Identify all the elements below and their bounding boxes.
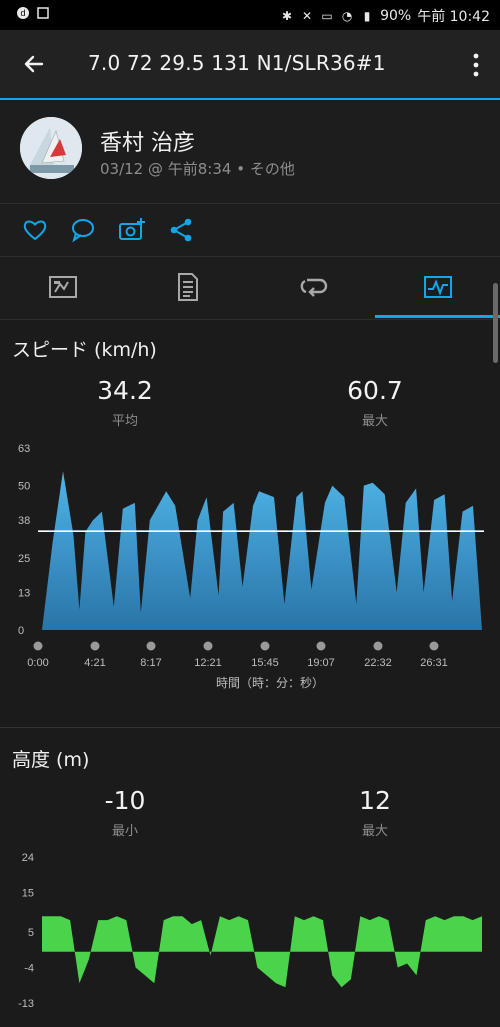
tab-stats[interactable]	[125, 257, 250, 317]
speed-x-tick-label: 22:32	[364, 657, 392, 669]
speed-max-value: 60.7	[347, 376, 403, 405]
speed-x-tick-label: 19:07	[307, 657, 335, 669]
speed-x-tick-dot	[429, 641, 439, 651]
signal-icon: ▮	[363, 9, 371, 23]
activity-subtitle: 03/12 @ 午前8:34 • その他	[100, 160, 295, 178]
comment-icon[interactable]	[68, 215, 98, 245]
speed-avg-value: 34.2	[97, 376, 153, 405]
speed-y-tick-label: 38	[18, 515, 30, 527]
altitude-y-tick-label: 5	[28, 927, 34, 939]
tab-charts[interactable]	[375, 257, 500, 317]
speed-x-tick-dot	[373, 641, 383, 651]
speed-x-tick-dot	[33, 641, 43, 651]
altitude-max-label: 最大	[361, 824, 388, 839]
action-bar	[0, 204, 500, 257]
altitude-y-tick-label: 15	[22, 888, 34, 900]
speed-x-tick-dot	[90, 641, 100, 651]
speed-chart: 0 13 25 38 50 63 0:00 4:21 8:17 12:21 15:45 19:07 22…	[18, 443, 484, 690]
altitude-y-tick-label: -4	[24, 962, 34, 974]
altitude-title: 高度 (m)	[12, 749, 90, 771]
app-bar: 7.0 72 29.5 131 N1/SLR36#1	[0, 30, 500, 100]
speed-x-tick-label: 8:17	[140, 657, 161, 669]
nfc-icon: ▭	[321, 9, 333, 23]
tab-indicator	[375, 315, 500, 318]
altitude-chart: 24 15 5 -4 -13	[18, 852, 482, 1010]
status-time: 午前 10:42	[417, 9, 490, 25]
altitude-min-label: 最小	[111, 824, 138, 839]
activity-header: 香村 治彦 03/12 @ 午前8:34 • その他	[0, 100, 500, 204]
altitude-y-tick-label: 24	[22, 852, 34, 864]
svg-text:d: d	[20, 8, 25, 18]
screenshot-icon	[36, 6, 50, 20]
section-divider	[0, 727, 500, 728]
speed-x-tick-label: 4:21	[84, 657, 105, 669]
scrollbar[interactable]	[493, 283, 498, 363]
detail-tabs	[0, 257, 500, 320]
tab-laps[interactable]	[250, 257, 375, 317]
battery-percent: 90%	[380, 8, 412, 24]
speed-avg-label: 平均	[111, 414, 138, 429]
document-icon	[177, 273, 198, 301]
user-name: 香村 治彦	[100, 131, 195, 156]
speed-max-label: 最大	[361, 414, 388, 429]
more-menu-icon[interactable]	[466, 50, 486, 80]
status-bar: d ✱ ✕ ▭ ◔ ▮ 90% 午前 10:42	[0, 0, 500, 30]
docomo-icon: d	[16, 6, 30, 20]
speed-area	[42, 471, 482, 630]
tab-overview[interactable]	[0, 257, 125, 317]
activity-title: 7.0 72 29.5 131 N1/SLR36#1	[88, 51, 386, 75]
chart-icon	[423, 276, 452, 298]
like-icon[interactable]	[20, 215, 50, 245]
mute-icon: ✕	[302, 9, 313, 23]
speed-y-tick-label: 0	[18, 625, 24, 637]
speed-y-tick-label: 63	[18, 443, 30, 455]
altitude-y-tick-label: -13	[18, 998, 34, 1010]
wifi-icon: ◔	[341, 9, 353, 23]
overview-icon	[48, 276, 77, 298]
bluetooth-icon: ✱	[282, 9, 293, 23]
speed-x-tick-dot	[316, 641, 326, 651]
speed-x-tick-label: 15:45	[251, 657, 279, 669]
speed-y-tick-label: 13	[18, 587, 30, 599]
speed-x-tick-label: 26:31	[420, 657, 448, 669]
altitude-min-value: -10	[104, 786, 146, 815]
speed-title: スピード (km/h)	[12, 339, 157, 361]
share-icon[interactable]	[166, 215, 196, 245]
avatar[interactable]	[20, 117, 82, 179]
laps-icon	[300, 278, 327, 297]
speed-x-tick-label: 12:21	[194, 657, 222, 669]
add-photo-icon[interactable]	[117, 215, 147, 245]
speed-x-tick-dot	[203, 641, 213, 651]
speed-x-tick-dot	[260, 641, 270, 651]
speed-x-tick-dot	[146, 641, 156, 651]
speed-y-tick-label: 50	[18, 481, 30, 493]
altitude-area	[42, 916, 482, 988]
speed-x-tick-label: 0:00	[27, 657, 48, 669]
altitude-max-value: 12	[359, 786, 391, 815]
speed-x-axis-title: 時間（時：分：秒）	[216, 676, 324, 690]
speed-y-tick-label: 25	[18, 553, 30, 565]
back-arrow-icon[interactable]	[18, 48, 50, 80]
